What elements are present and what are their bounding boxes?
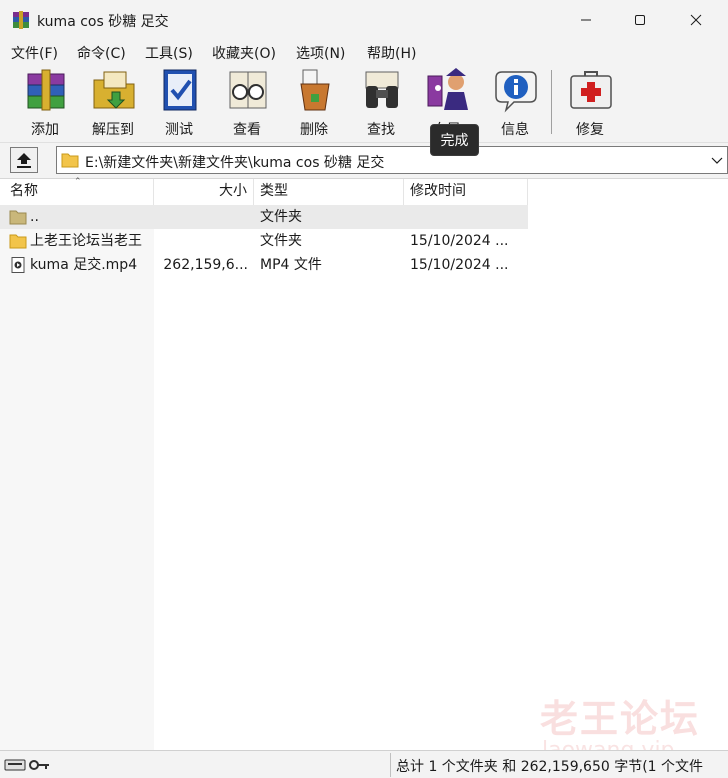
- add-button[interactable]: 添加: [12, 66, 78, 138]
- file-type: 文件夹: [260, 209, 302, 225]
- file-name: kuma 足交.mp4: [30, 257, 138, 273]
- video-file-icon: [11, 257, 25, 273]
- test-label: 测试: [165, 122, 193, 138]
- table-row[interactable]: kuma 足交.mp4 262,159,6... MP4 文件 15/10/20…: [0, 253, 528, 277]
- menu-file[interactable]: 文件(F): [11, 43, 58, 63]
- file-type: MP4 文件: [260, 257, 322, 273]
- watermark-chinese: 老王论坛: [540, 697, 701, 741]
- maximize-button[interactable]: [614, 0, 666, 40]
- extract-label: 解压到: [92, 122, 134, 138]
- minimize-button[interactable]: [560, 0, 612, 40]
- menu-bar: 文件(F) 命令(C) 工具(S) 收藏夹(O) 选项(N) 帮助(H): [0, 40, 728, 64]
- menu-commands[interactable]: 命令(C): [77, 43, 126, 63]
- column-header-type[interactable]: 类型: [254, 179, 404, 205]
- menu-options[interactable]: 选项(N): [296, 43, 345, 63]
- wizard-icon: [427, 68, 468, 110]
- file-size: [154, 229, 248, 253]
- menu-favorites[interactable]: 收藏夹(O): [212, 43, 276, 63]
- title-bar[interactable]: kuma cos 砂糖 足交: [0, 0, 728, 40]
- maximize-icon: [635, 15, 645, 25]
- delete-button[interactable]: 删除: [281, 66, 347, 138]
- test-check-icon: [163, 69, 197, 111]
- status-bar: 总计 1 个文件夹 和 262,159,650 字节(1 个文件: [0, 750, 728, 778]
- status-separator: [390, 753, 391, 777]
- winrar-books-icon: [13, 11, 29, 29]
- address-row: E:\新建文件夹\新建文件夹\kuma cos 砂糖 足交: [0, 142, 728, 176]
- minimize-icon: [581, 19, 591, 21]
- drive-key-icon[interactable]: [4, 757, 52, 773]
- view-button[interactable]: 查看: [214, 66, 280, 138]
- extract-folder-icon: [93, 71, 135, 109]
- column-header-name[interactable]: ⌃ 名称: [0, 177, 154, 205]
- winrar-window: kuma cos 砂糖 足交 文件(F) 命令(C) 工具(S) 收藏夹(O) …: [0, 0, 728, 778]
- view-label: 查看: [233, 122, 261, 138]
- table-row[interactable]: 上老王论坛当老王 文件夹 15/10/2024 ...: [0, 229, 528, 253]
- repair-button[interactable]: 修复: [557, 66, 623, 138]
- table-row[interactable]: .. 文件夹: [0, 205, 528, 229]
- delete-label: 删除: [300, 122, 328, 138]
- menu-help[interactable]: 帮助(H): [367, 43, 416, 63]
- menu-tools[interactable]: 工具(S): [145, 43, 193, 63]
- sort-ascending-icon: ⌃: [74, 177, 82, 187]
- repair-label: 修复: [576, 122, 604, 138]
- chevron-down-icon[interactable]: [711, 155, 723, 165]
- column-header-modified[interactable]: 修改时间: [404, 179, 528, 205]
- close-button[interactable]: [670, 0, 722, 40]
- file-modified: [410, 205, 528, 229]
- file-size: 262,159,6...: [163, 257, 248, 273]
- toolbar: 添加 解压到 测试 查看 删除 查找 信息 修复: [0, 64, 728, 140]
- list-header: ⌃ 名称 大小 类型 修改时间: [0, 177, 728, 205]
- file-modified: 15/10/2024 ...: [410, 233, 509, 249]
- delete-recycle-icon: [300, 69, 330, 111]
- close-icon: [690, 14, 702, 26]
- up-arrow-icon: [17, 153, 31, 168]
- repair-firstaid-icon: [570, 71, 612, 109]
- file-name: ..: [30, 209, 39, 225]
- folder-icon: [9, 234, 27, 249]
- info-label: 信息: [501, 122, 529, 138]
- tooltip: 完成: [430, 124, 479, 156]
- add-archive-icon: [27, 69, 65, 111]
- info-button[interactable]: 信息: [482, 66, 548, 138]
- file-modified: 15/10/2024 ...: [410, 257, 509, 273]
- test-button[interactable]: 测试: [146, 66, 212, 138]
- status-summary: 总计 1 个文件夹 和 262,159,650 字节(1 个文件: [396, 759, 704, 775]
- info-icon: [495, 71, 537, 113]
- column-header-size[interactable]: 大小: [154, 179, 254, 205]
- find-button[interactable]: 查找: [348, 66, 414, 138]
- view-glasses-icon: [229, 71, 267, 109]
- file-type: 文件夹: [260, 233, 302, 249]
- extract-button[interactable]: 解压到: [80, 66, 146, 138]
- up-folder-button[interactable]: [10, 147, 38, 173]
- window-title: kuma cos 砂糖 足交: [37, 14, 169, 30]
- address-path[interactable]: E:\新建文件夹\新建文件夹\kuma cos 砂糖 足交: [85, 152, 384, 172]
- toolbar-separator: [551, 70, 552, 134]
- find-label: 查找: [367, 122, 395, 138]
- find-binoculars-icon: [365, 71, 399, 108]
- address-bar[interactable]: E:\新建文件夹\新建文件夹\kuma cos 砂糖 足交: [56, 146, 728, 174]
- add-label: 添加: [31, 122, 59, 138]
- file-name: 上老王论坛当老王: [30, 233, 142, 249]
- parent-folder-icon: [9, 210, 27, 225]
- file-size: [154, 205, 248, 229]
- folder-icon: [61, 153, 79, 168]
- file-list[interactable]: ⌃ 名称 大小 类型 修改时间 .. 文件夹 上老王论坛当老王 文件夹 15/1…: [0, 177, 728, 751]
- name-column-shade: [0, 205, 154, 751]
